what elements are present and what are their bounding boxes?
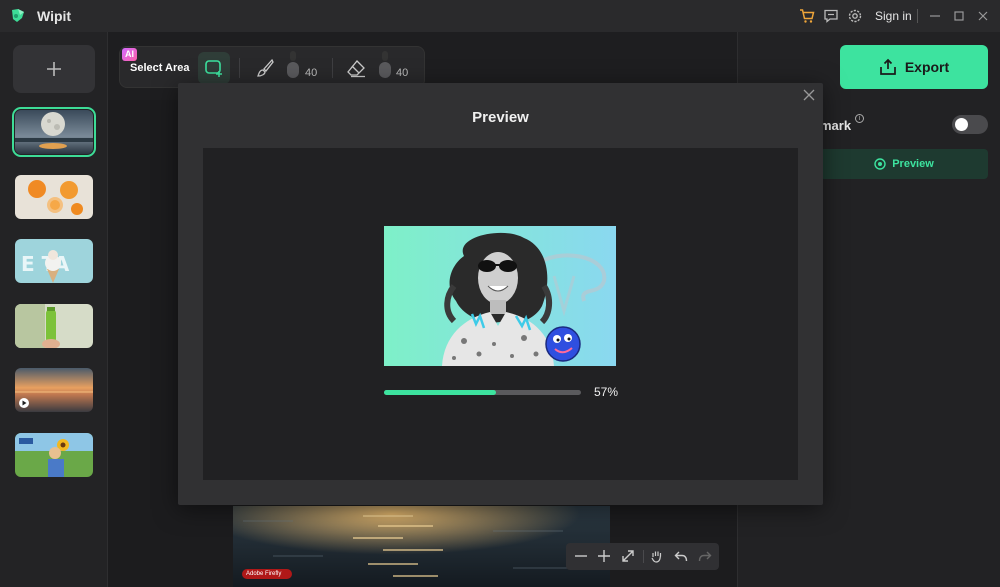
zoom-divider [643, 550, 644, 563]
export-progress-text: 57% [594, 385, 619, 399]
edit-toolbar: AI Select Area 40 40 [119, 46, 425, 88]
image-sidebar: E TA [0, 32, 108, 587]
brush-size-slider[interactable] [287, 62, 299, 78]
thumbnail-ice-cream-text[interactable]: E TA [15, 239, 93, 283]
select-area-label[interactable]: Select Area [130, 62, 190, 74]
app-window: Wipit Sign in E AI Select Area 40 40 Ado… [0, 0, 1000, 587]
export-progress-bar [384, 390, 581, 395]
watermark-toggle[interactable] [952, 115, 988, 134]
cart-icon[interactable] [799, 8, 815, 24]
hand-pan-icon[interactable] [650, 549, 664, 563]
plus-icon [47, 62, 61, 76]
select-area-icon [205, 60, 222, 77]
undo-icon[interactable] [674, 549, 688, 563]
thumbnail-oranges[interactable] [15, 175, 93, 219]
wipit-logo-icon [12, 9, 24, 22]
settings-gear-icon[interactable] [847, 8, 863, 24]
sign-in-link[interactable]: Sign in [875, 9, 912, 23]
brush-icon[interactable] [255, 58, 275, 78]
toggle-knob [955, 118, 968, 131]
export-label: Export [904, 59, 950, 75]
add-image-button[interactable] [13, 45, 95, 93]
export-icon [879, 58, 896, 75]
maximize-icon[interactable] [951, 8, 967, 24]
eraser-size-slider[interactable] [379, 62, 391, 78]
export-progress-fill [384, 390, 497, 395]
info-icon[interactable]: i [855, 114, 864, 123]
titlebar-divider [917, 9, 918, 23]
minimize-icon[interactable] [927, 8, 943, 24]
ai-badge: AI [122, 48, 137, 61]
preview-button[interactable]: Preview [820, 149, 988, 179]
close-icon[interactable] [802, 88, 816, 102]
adobe-firefly-badge: Adobe Firefly [242, 569, 292, 579]
toolbar-divider [332, 58, 333, 78]
thumbnail-sunflower-girl[interactable] [15, 433, 93, 477]
preview-button-label: Preview [892, 158, 934, 170]
eraser-icon[interactable] [346, 58, 366, 78]
eye-icon [874, 158, 886, 170]
preview-stage: 57% [203, 148, 798, 480]
thumbnail-sunset-video[interactable] [15, 368, 93, 412]
preview-modal: Preview 57% [178, 83, 823, 505]
brush-size-value: 40 [305, 67, 318, 79]
fit-screen-icon[interactable] [621, 549, 635, 563]
zoom-in-icon[interactable] [597, 549, 611, 563]
feedback-icon[interactable] [823, 8, 839, 24]
redo-icon[interactable] [698, 549, 712, 563]
app-title: Wipit [37, 8, 72, 24]
brush-slider-track [290, 51, 296, 61]
preview-image [384, 226, 616, 366]
toolbar-divider [239, 58, 240, 78]
thumbnail-moon-lake[interactable] [12, 107, 96, 157]
zoom-out-icon[interactable] [574, 549, 588, 563]
eraser-size-value: 40 [396, 67, 409, 79]
close-window-icon[interactable] [975, 8, 991, 24]
title-bar: Wipit Sign in [0, 0, 1000, 32]
export-button[interactable]: Export [840, 45, 988, 89]
zoom-controls [566, 543, 719, 570]
watermark-label: mark [820, 118, 852, 133]
select-area-button[interactable] [198, 52, 230, 84]
eraser-slider-track [382, 51, 388, 61]
modal-title: Preview [472, 109, 529, 126]
thumbnail-green-juice[interactable] [15, 304, 93, 348]
